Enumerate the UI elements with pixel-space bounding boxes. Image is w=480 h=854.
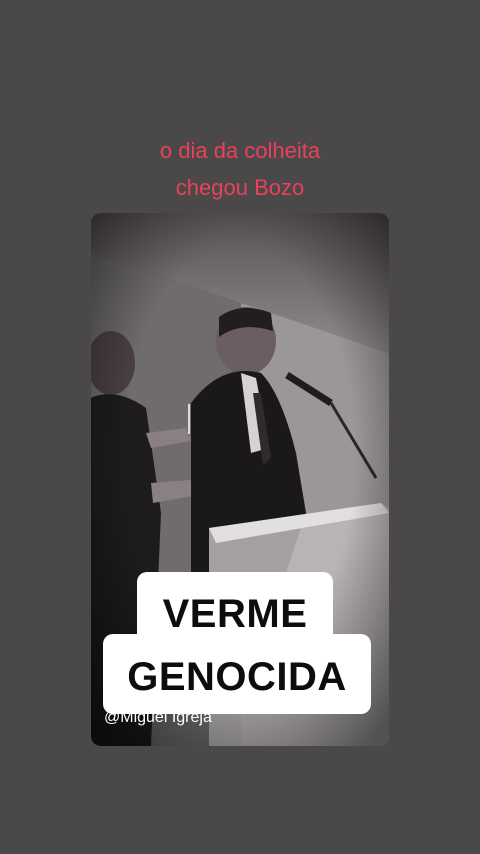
caption-text: o dia da colheita chegou Bozo	[0, 132, 480, 206]
overlay-text-line-1: VERME	[162, 592, 308, 636]
overlay-text-line-2: GENOCIDA	[127, 655, 347, 699]
overlay-text-box-bottom: GENOCIDA	[103, 634, 371, 714]
watermark-handle: @Miguel Igreja	[104, 709, 212, 726]
caption-line-2: chegou Bozo	[175, 175, 305, 200]
caption-line-1: o dia da colheita	[159, 138, 321, 163]
text-cursor	[188, 404, 190, 434]
